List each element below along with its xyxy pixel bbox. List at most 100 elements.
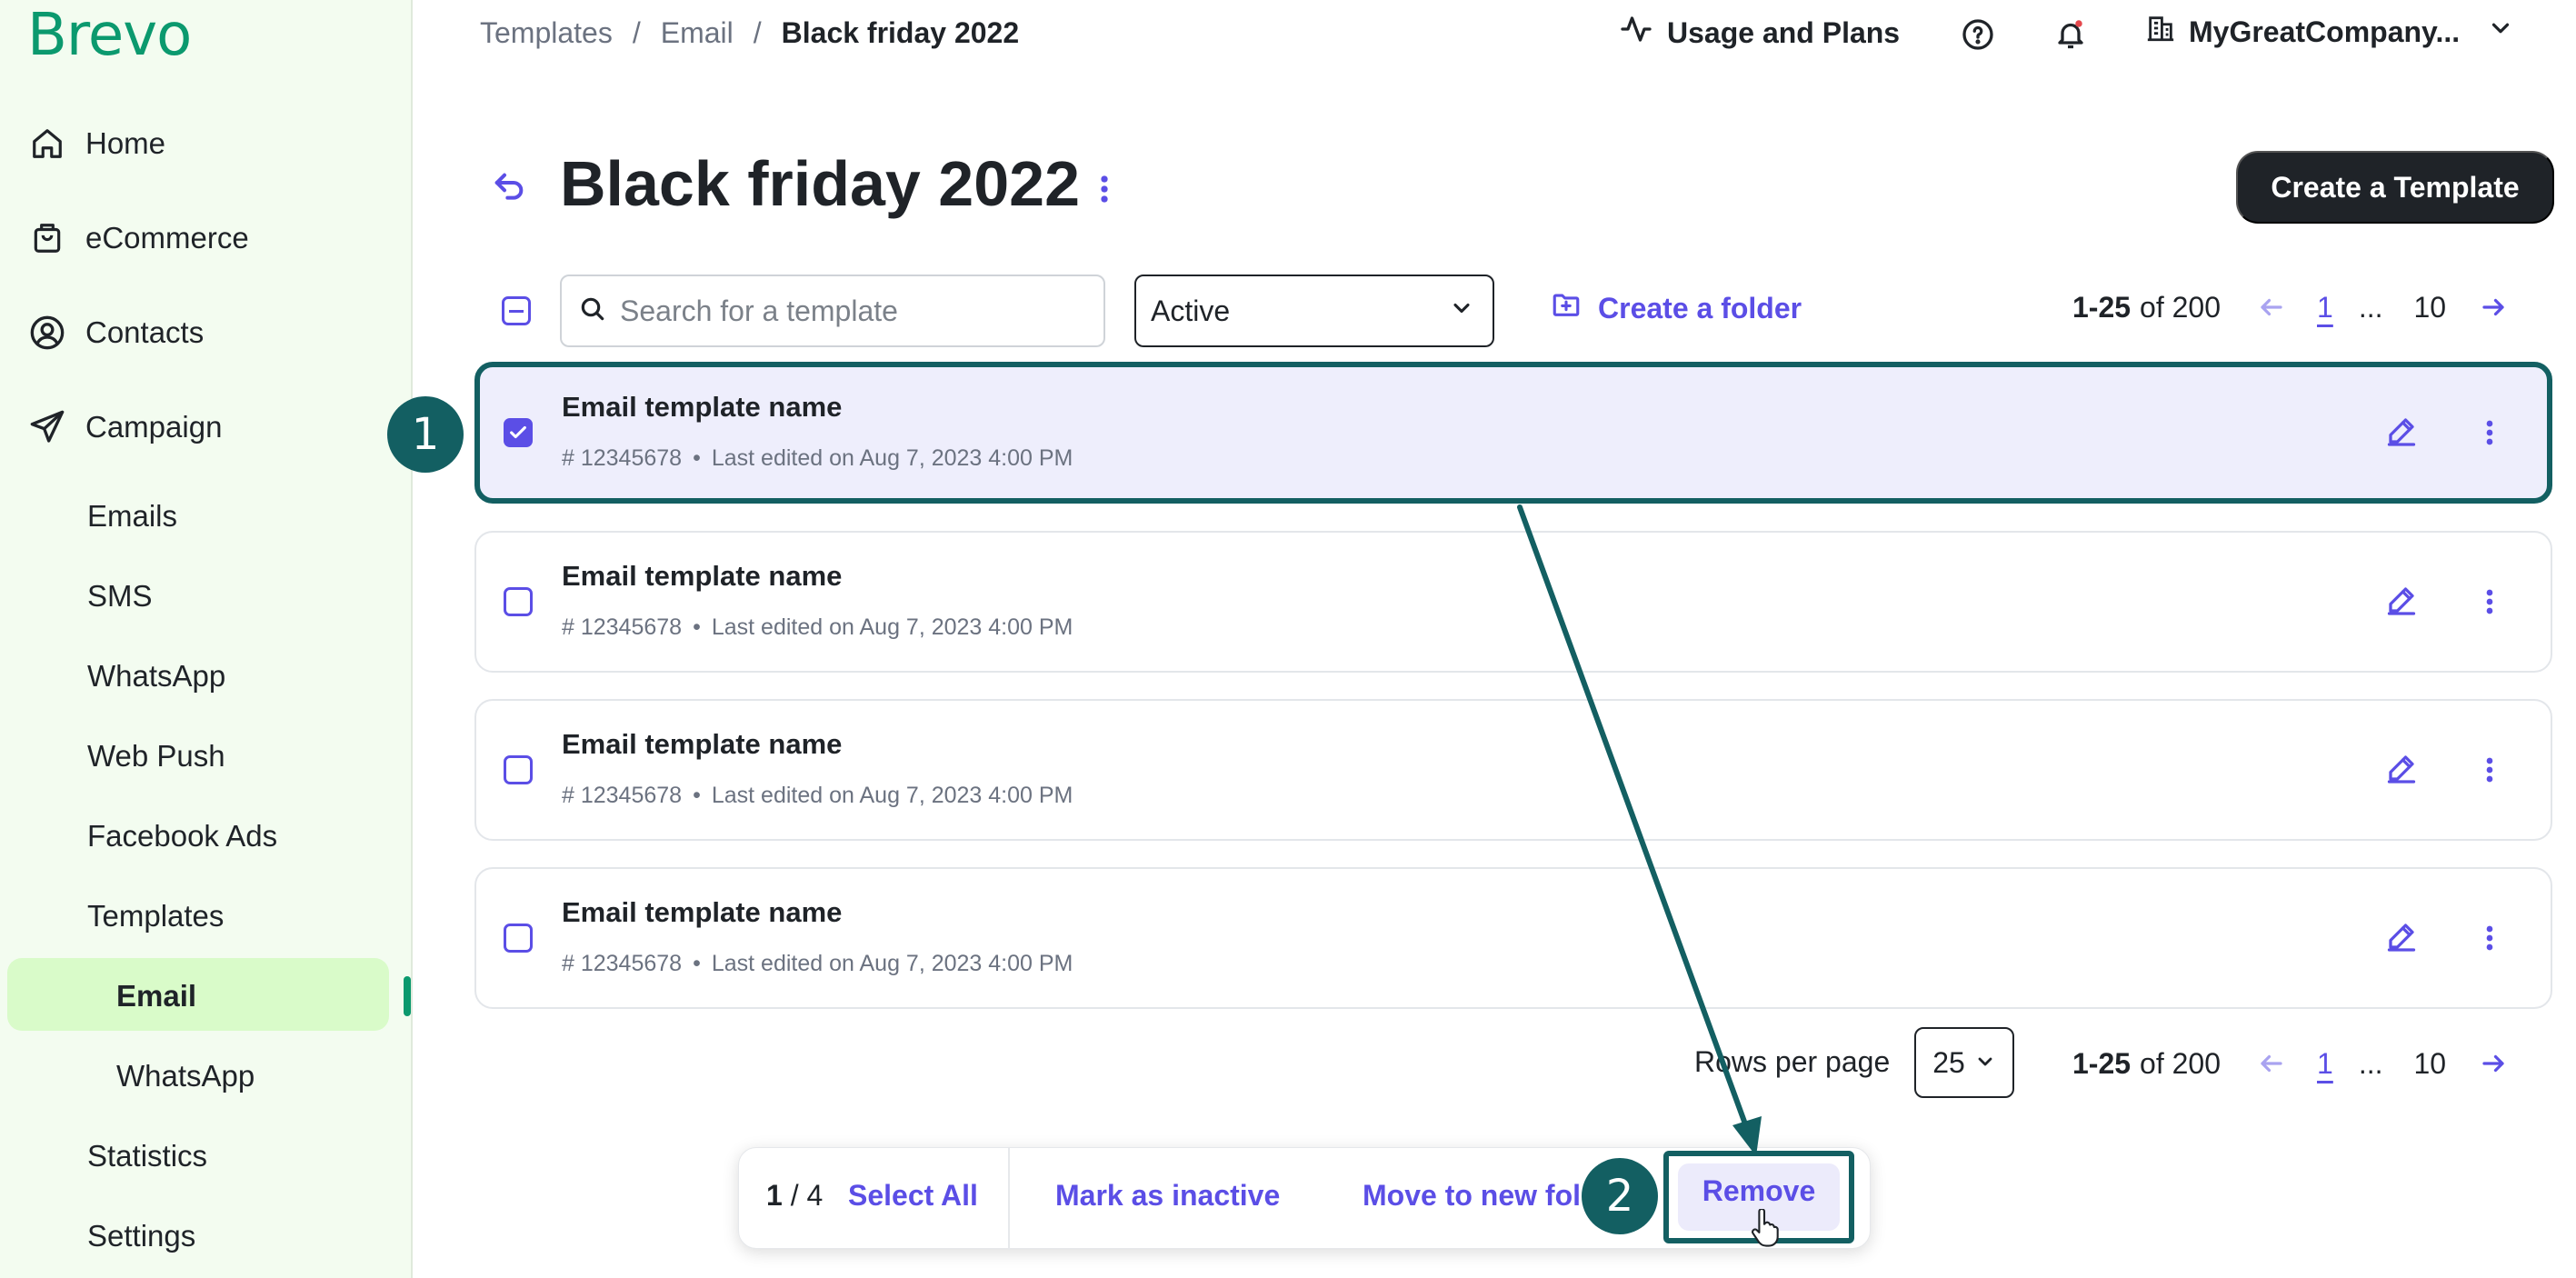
bell-icon[interactable] (2051, 15, 2091, 55)
breadcrumb-templates[interactable]: Templates (480, 16, 613, 50)
template-meta: # 12345678 • Last edited on Aug 7, 2023 … (562, 614, 1073, 641)
chevron-down-icon (2487, 15, 2514, 49)
create-template-button[interactable]: Create a Template (2236, 151, 2554, 224)
selected-count: 1 (766, 1179, 783, 1212)
create-folder-link[interactable]: Create a folder (1551, 289, 1802, 327)
edit-pencil-icon[interactable] (2385, 752, 2421, 788)
sidebar-item-label: eCommerce (85, 221, 249, 255)
divider (1008, 1148, 1010, 1250)
sidebar-item-whatsapp[interactable]: WhatsApp (87, 649, 225, 704)
usage-label: Usage and Plans (1667, 15, 1901, 49)
arrow-left-icon[interactable] (2253, 289, 2290, 325)
search-icon (578, 295, 607, 328)
template-meta: # 12345678 • Last edited on Aug 7, 2023 … (562, 951, 1073, 977)
page-number-current[interactable]: 1 (2317, 291, 2333, 324)
sidebar-item-settings[interactable]: Settings (87, 1209, 195, 1263)
status-select[interactable]: Active (1134, 275, 1494, 347)
template-meta: # 12345678 • Last edited on Aug 7, 2023 … (562, 783, 1073, 809)
back-icon[interactable] (491, 169, 531, 209)
template-edited: Last edited on Aug 7, 2023 4:00 PM (711, 951, 1073, 976)
top-pagination: 1-25 of 200 1 ... 10 (2072, 289, 2511, 325)
sidebar-item-whatsapp-templates[interactable]: WhatsApp (116, 1049, 255, 1103)
page-range: 1-25 (2072, 1046, 2132, 1080)
meta-bullet: • (693, 614, 701, 640)
search-field[interactable] (560, 275, 1105, 347)
send-icon (27, 407, 67, 447)
page-number-current[interactable]: 1 (2317, 1047, 2333, 1081)
user-circle-icon (27, 313, 67, 353)
sidebar-item-home[interactable]: Home (27, 116, 165, 171)
edit-pencil-icon[interactable] (2385, 920, 2421, 956)
breadcrumb-separator: / (632, 16, 641, 49)
active-indicator (404, 976, 411, 1016)
sidebar-item-templates[interactable]: Templates (87, 889, 224, 944)
arrow-right-icon[interactable] (2475, 1045, 2511, 1082)
page-title: Black friday 2022 (560, 148, 1081, 219)
usage-and-plans-link[interactable]: Usage and Plans (1620, 13, 1900, 53)
template-row[interactable]: Email template name # 12345678 • Last ed… (474, 699, 2552, 841)
sidebar-item-email-templates[interactable]: Email (116, 969, 196, 1023)
template-name[interactable]: Email template name (562, 391, 842, 424)
template-id: # 12345678 (562, 614, 683, 640)
select-all-button[interactable]: Select All (848, 1179, 978, 1213)
help-icon[interactable] (1958, 15, 1998, 55)
page-total: of 200 (2140, 290, 2222, 324)
sidebar-item-campaign[interactable]: Campaign (27, 400, 222, 454)
sidebar-item-label: Campaign (85, 410, 223, 444)
row-checkbox-checked[interactable] (504, 418, 533, 447)
hand-cursor-icon (1752, 1209, 1779, 1247)
edit-pencil-icon[interactable] (2385, 584, 2421, 620)
edit-pencil-icon[interactable] (2385, 414, 2421, 451)
sidebar-item-label: Contacts (85, 315, 205, 349)
row-checkbox[interactable] (504, 924, 533, 953)
move-to-folder-button[interactable]: Move to new fol (1363, 1179, 1581, 1213)
breadcrumb-separator: / (753, 16, 762, 49)
sidebar-item-label: Home (85, 126, 166, 160)
home-icon (27, 124, 67, 164)
brevo-logo[interactable]: Brevo (27, 2, 192, 69)
template-id: # 12345678 (562, 783, 683, 808)
search-input[interactable] (620, 294, 1093, 328)
row-more-icon[interactable] (2476, 752, 2503, 788)
row-checkbox[interactable] (504, 755, 533, 784)
chevron-down-icon (1449, 295, 1474, 328)
row-more-icon[interactable] (2476, 584, 2503, 620)
rows-per-page-select[interactable]: 25 (1914, 1027, 2014, 1098)
row-more-icon[interactable] (2476, 414, 2503, 451)
sidebar-item-sms[interactable]: SMS (87, 569, 153, 624)
page-ellipsis: ... (2358, 1046, 2383, 1080)
row-checkbox[interactable] (504, 587, 533, 616)
page-number-last[interactable]: 10 (2413, 1047, 2446, 1081)
breadcrumb-email[interactable]: Email (661, 16, 734, 50)
page-number-last[interactable]: 10 (2413, 291, 2446, 324)
rows-per-page-value: 25 (1932, 1045, 1965, 1079)
template-name[interactable]: Email template name (562, 560, 842, 593)
sidebar-item-contacts[interactable]: Contacts (27, 305, 204, 360)
sidebar-item-web-push[interactable]: Web Push (87, 729, 225, 784)
create-folder-label: Create a folder (1598, 291, 1802, 324)
select-all-checkbox[interactable] (502, 296, 531, 325)
sidebar-item-ecommerce[interactable]: eCommerce (27, 211, 249, 265)
selection-count: 1 / 4 (766, 1179, 823, 1213)
mark-inactive-button[interactable]: Mark as inactive (1055, 1179, 1280, 1213)
sidebar-item-facebook-ads[interactable]: Facebook Ads (87, 809, 277, 864)
sidebar-active-highlight (7, 958, 389, 1031)
arrow-left-icon[interactable] (2253, 1045, 2290, 1082)
step-badge-1: 1 (387, 396, 464, 473)
template-edited: Last edited on Aug 7, 2023 4:00 PM (711, 783, 1073, 808)
sidebar-item-statistics[interactable]: Statistics (87, 1129, 207, 1183)
template-meta: # 12345678 • Last edited on Aug 7, 2023 … (562, 445, 1073, 472)
row-more-icon[interactable] (2476, 920, 2503, 956)
template-row[interactable]: Email template name # 12345678 • Last ed… (474, 531, 2552, 673)
template-row[interactable]: Email template name # 12345678 • Last ed… (474, 362, 2552, 504)
selection-total: / 4 (790, 1179, 824, 1212)
template-edited: Last edited on Aug 7, 2023 4:00 PM (711, 614, 1073, 640)
template-name[interactable]: Email template name (562, 728, 842, 761)
activity-icon (1620, 13, 1652, 53)
more-options-icon[interactable] (1091, 169, 1118, 209)
sidebar-item-emails[interactable]: Emails (87, 489, 177, 544)
template-row[interactable]: Email template name # 12345678 • Last ed… (474, 867, 2552, 1009)
company-switcher[interactable]: MyGreatCompany... (2145, 13, 2514, 51)
template-name[interactable]: Email template name (562, 896, 842, 929)
arrow-right-icon[interactable] (2475, 289, 2511, 325)
